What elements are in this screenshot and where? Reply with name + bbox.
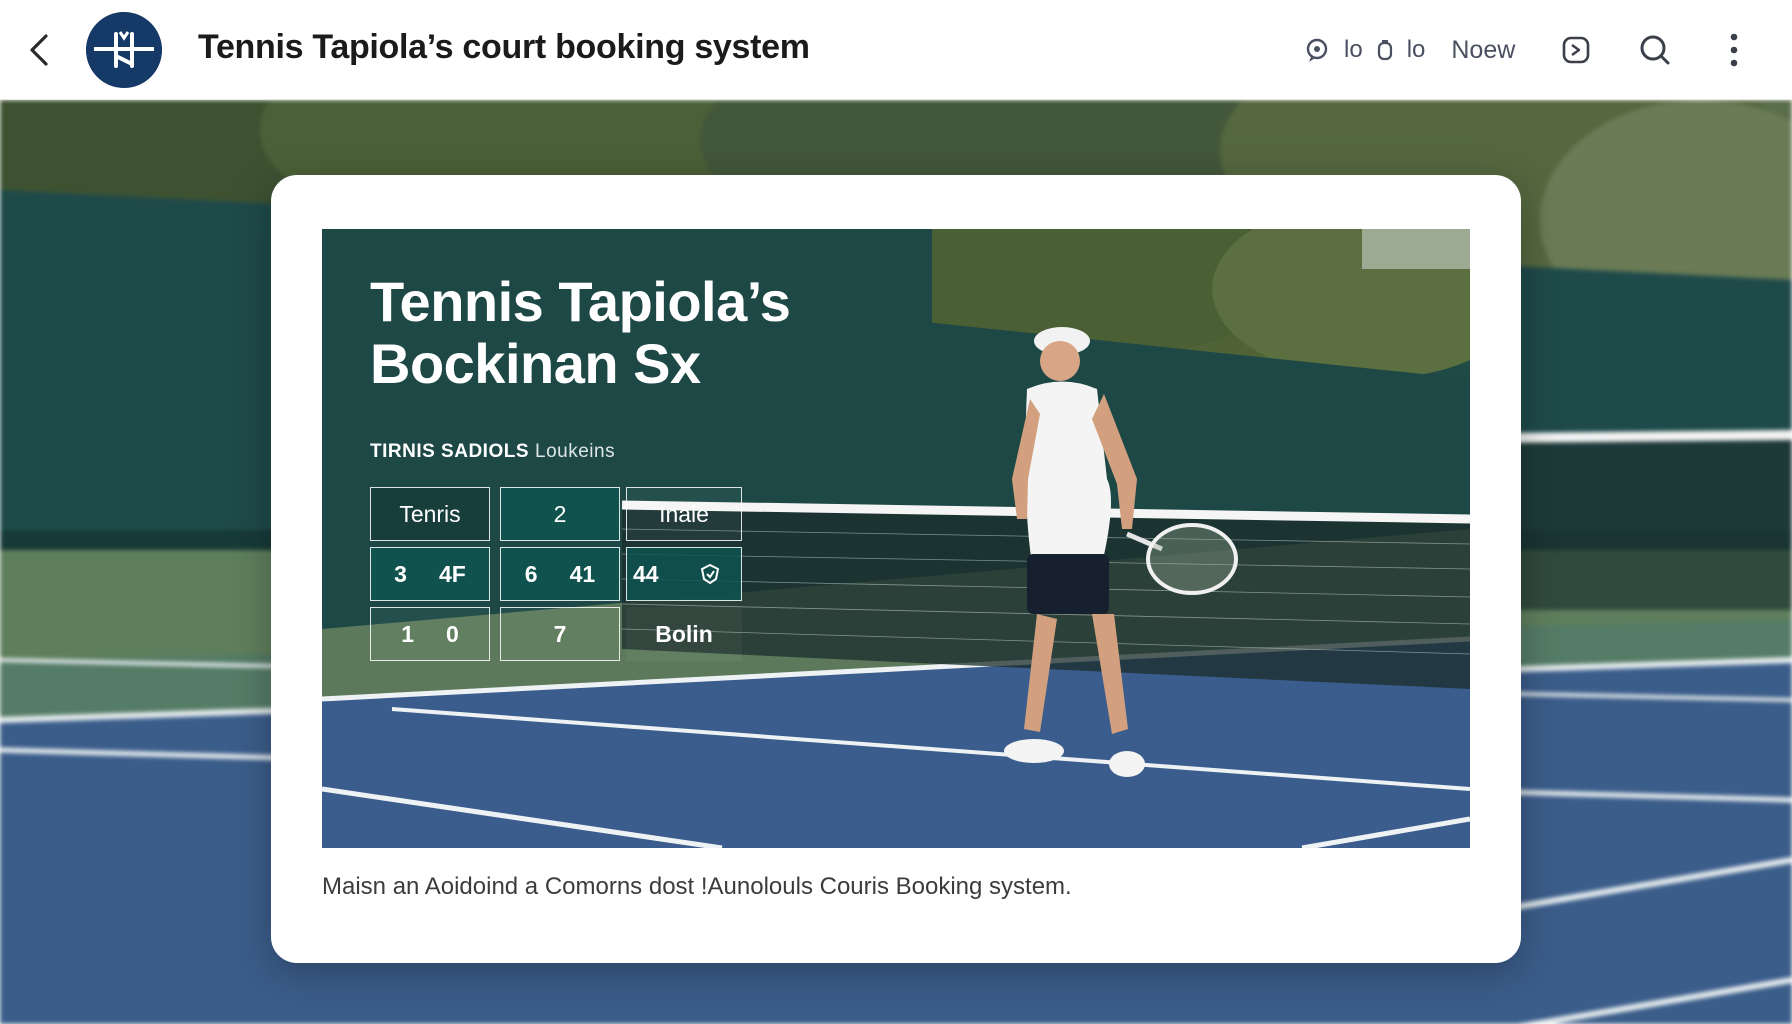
app-title: Tennis Tapiola’s court booking system [198,28,810,66]
chevron-left-icon [30,34,48,66]
status-cluster: lo lo Noew [1304,34,1515,66]
more-vertical-icon [1730,33,1738,67]
shield-icon [700,563,719,585]
grid-cell-44[interactable]: 44 [626,547,742,601]
grid-cell-bolin[interactable]: Bolin [626,607,742,661]
hero-title: Tennis Tapiola’s Bockinan Sx [370,271,930,395]
more-options-button[interactable] [1712,28,1756,72]
hero-title-line-2: Bockinan Sx [370,332,701,395]
hero-title-line-1: Tennis Tapiola’s [370,270,791,333]
search-button[interactable] [1633,28,1677,72]
booking-card: Tennis Tapiola’s Bockinan Sx TIRNIS SADI… [271,175,1521,963]
grid-cell-3-4f[interactable]: 3 4F [370,547,490,601]
club-logo [86,12,162,88]
note-square-icon [1562,36,1590,64]
search-icon [1640,35,1670,65]
back-button[interactable] [22,30,58,70]
card-caption: Maisn an Aoidoind a Comorns dost !Aunolo… [322,873,1072,900]
grid-cell-1-0[interactable]: 10 [370,607,490,661]
app-header: Tennis Tapiola’s court booking system lo… [0,0,1792,100]
status-text-1: lo [1344,36,1363,63]
now-label: Noew [1451,35,1516,64]
grid-cell-court-2[interactable]: 2 [500,487,620,541]
tennis-club-logo-icon [86,12,162,88]
subtitle-location: Loukeins [535,441,616,462]
hero-subtitle: TIRNIS SADIOLS Loukeins [370,441,615,463]
hero-image: Tennis Tapiola’s Bockinan Sx TIRNIS SADI… [322,229,1470,848]
grid-cell-6-41[interactable]: 6 41 [500,547,620,601]
status-text-2: lo [1406,36,1426,63]
grid-cell-tenris[interactable]: Tenris [370,487,490,541]
grid-cell-inale[interactable]: Inale [626,487,742,541]
subtitle-club-name: TIRNIS SADIOLS [370,441,530,462]
battery-icon [1377,40,1392,61]
notes-button[interactable] [1554,28,1598,72]
grid-cell-7[interactable]: 7 [500,607,620,661]
message-bubble-icon [1306,38,1328,62]
